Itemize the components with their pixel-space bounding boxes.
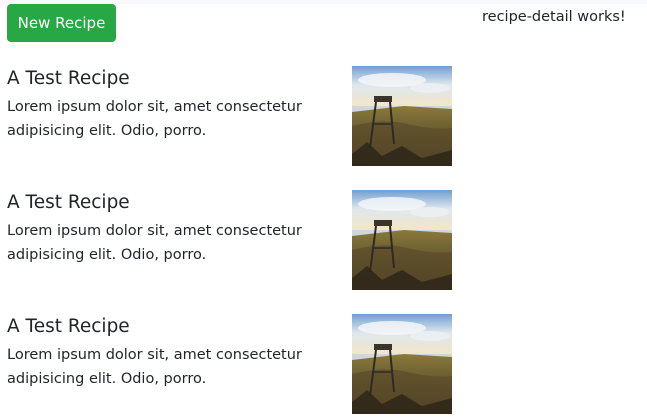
recipe-description: Lorem ipsum dolor sit, amet consectetur … — [7, 347, 302, 387]
recipe-image — [352, 190, 452, 290]
recipe-list-item[interactable]: A Test Recipe Lorem ipsum dolor sit, ame… — [0, 66, 460, 166]
recipe-description: Lorem ipsum dolor sit, amet consectetur … — [7, 99, 302, 139]
recipe-image — [352, 314, 452, 414]
new-recipe-button[interactable]: New Recipe — [7, 4, 116, 42]
recipe-name: A Test Recipe — [7, 68, 130, 89]
recipe-image — [352, 66, 452, 166]
recipe-description: Lorem ipsum dolor sit, amet consectetur … — [7, 223, 302, 263]
recipe-list-item[interactable]: A Test Recipe Lorem ipsum dolor sit, ame… — [0, 190, 460, 290]
recipe-list-item[interactable]: A Test Recipe Lorem ipsum dolor sit, ame… — [0, 314, 460, 414]
recipe-detail-message: recipe-detail works! — [482, 9, 626, 25]
recipe-name: A Test Recipe — [7, 192, 130, 213]
recipe-name: A Test Recipe — [7, 316, 130, 337]
